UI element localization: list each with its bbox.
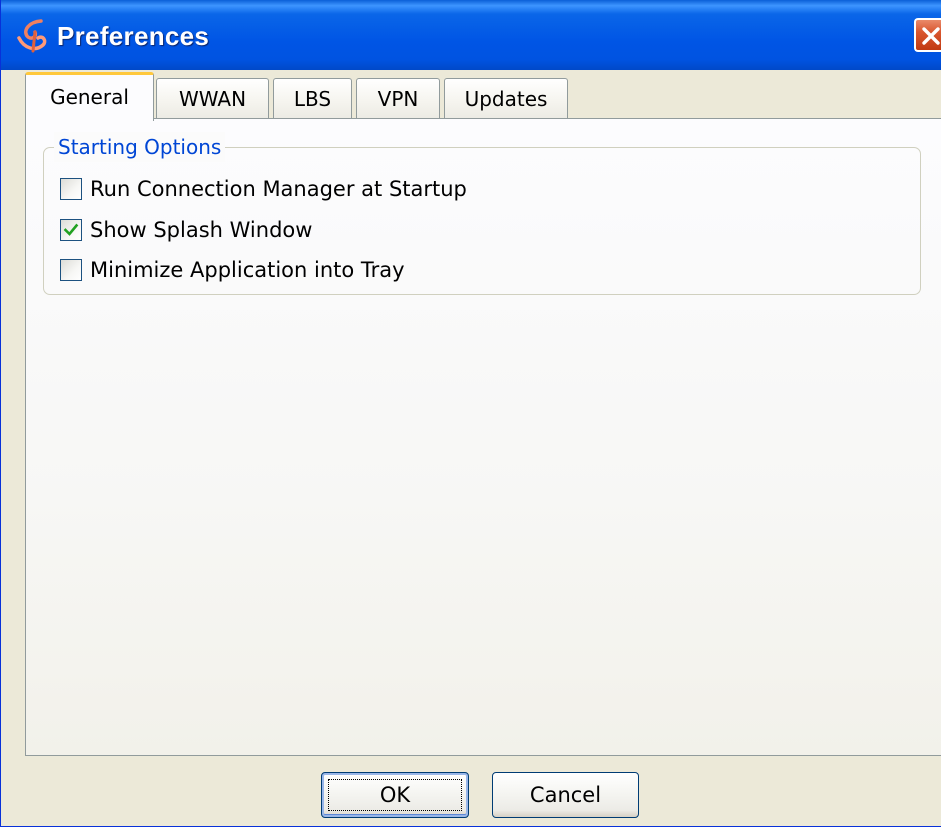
app-logo-icon (15, 18, 51, 54)
title-bar[interactable]: Preferences (1, 0, 941, 70)
tab-lbs[interactable]: LBS (273, 78, 352, 118)
option-label[interactable]: Run Connection Manager at Startup (90, 174, 467, 204)
option-label[interactable]: Show Splash Window (90, 215, 312, 245)
general-tab-panel: Starting Options Run Connection Manager … (25, 118, 941, 756)
ok-button[interactable]: OK (321, 772, 469, 818)
option-minimize-to-tray[interactable]: Minimize Application into Tray (60, 255, 760, 285)
starting-options-group: Starting Options Run Connection Manager … (43, 132, 921, 295)
cancel-button[interactable]: Cancel (492, 772, 639, 818)
tab-updates[interactable]: Updates (444, 78, 568, 118)
preferences-window: Preferences General WWAN LBS VPN Updates… (0, 0, 941, 827)
close-button[interactable] (914, 18, 941, 52)
checkbox-show-splash[interactable] (60, 219, 82, 241)
checkbox-minimize-to-tray[interactable] (60, 259, 82, 281)
option-label[interactable]: Minimize Application into Tray (90, 255, 405, 285)
group-title: Starting Options (54, 132, 226, 162)
option-show-splash[interactable]: Show Splash Window (60, 215, 760, 245)
tab-wwan[interactable]: WWAN (156, 78, 269, 118)
tab-vpn[interactable]: VPN (356, 78, 440, 118)
focus-rectangle (328, 779, 462, 811)
tab-general[interactable]: General (25, 72, 154, 121)
checkbox-run-at-startup[interactable] (60, 178, 82, 200)
window-title: Preferences (57, 21, 210, 51)
option-run-at-startup[interactable]: Run Connection Manager at Startup (60, 174, 760, 204)
